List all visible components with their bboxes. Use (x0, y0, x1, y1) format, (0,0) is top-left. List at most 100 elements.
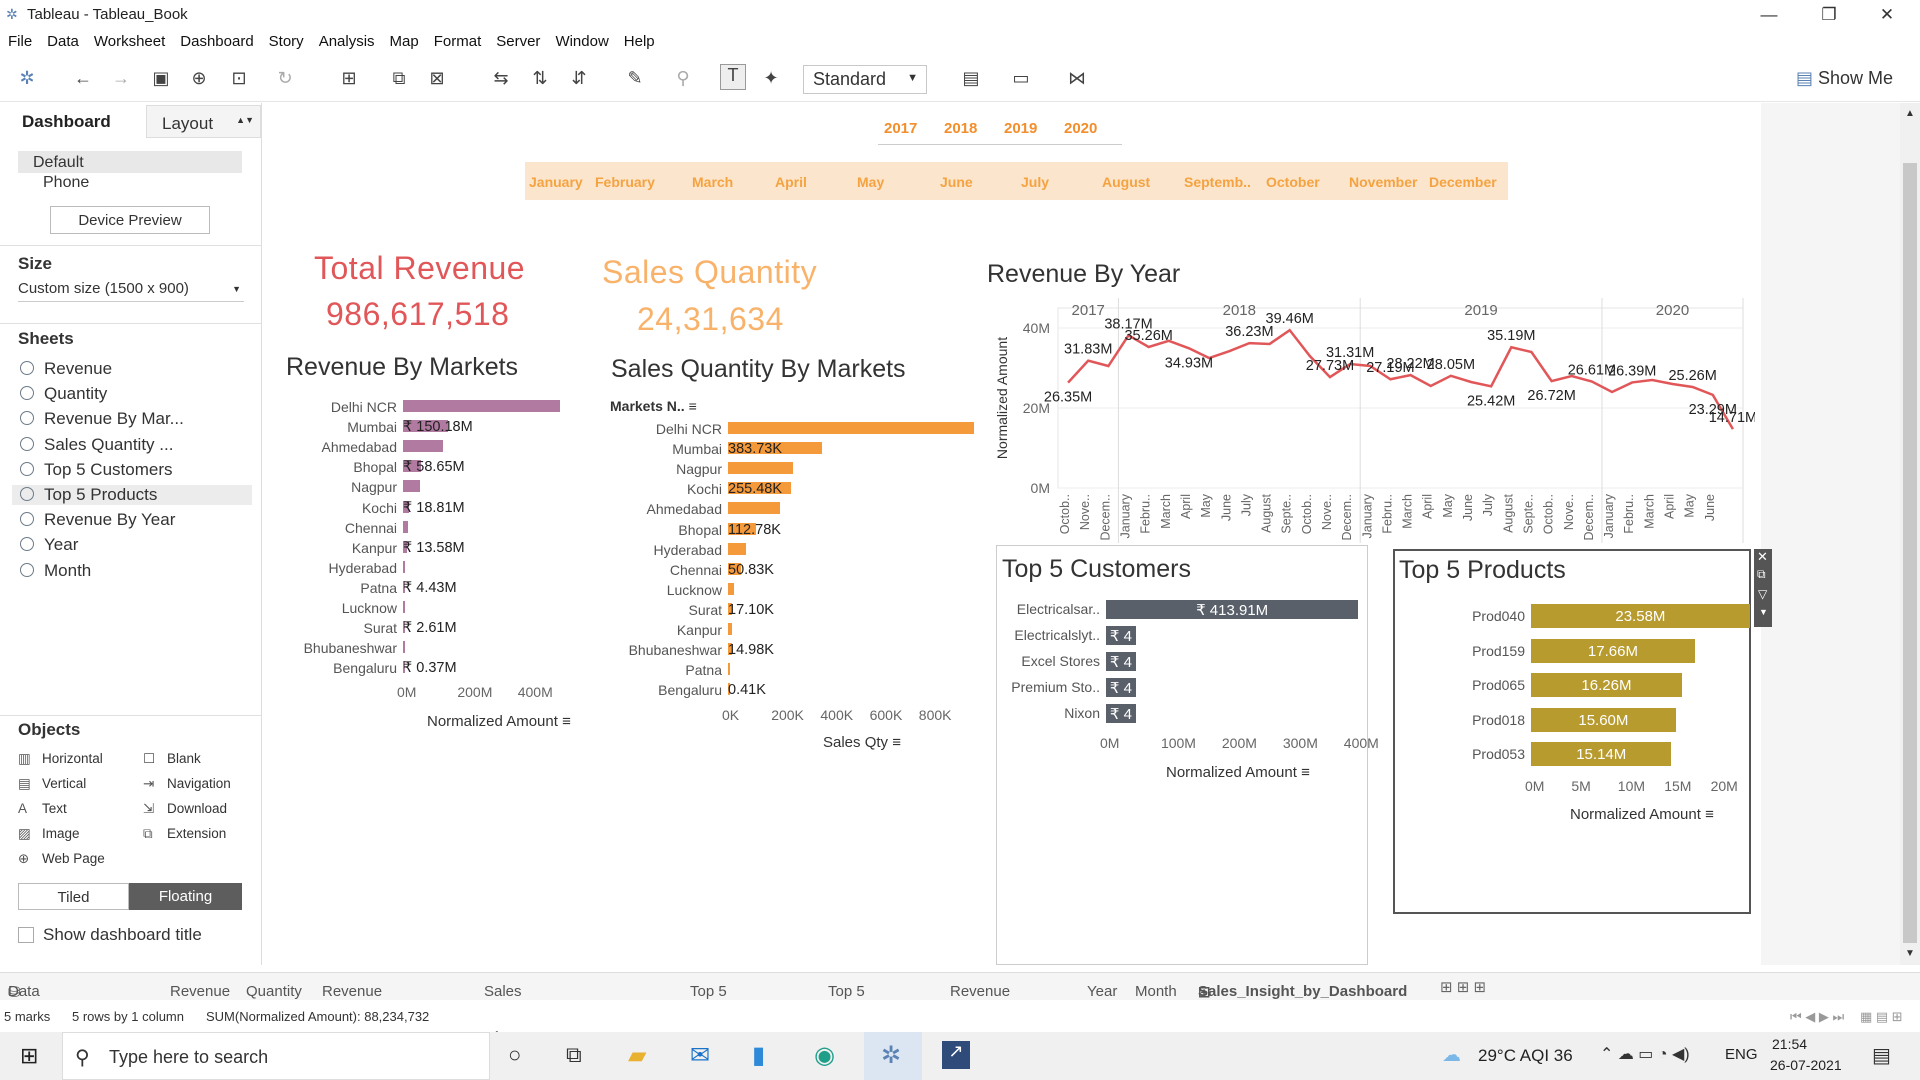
show-labels-icon[interactable]: T (720, 64, 746, 90)
object-navigation[interactable]: ⇥ Navigation (143, 776, 231, 792)
menu-help[interactable]: Help (616, 30, 662, 50)
size-select[interactable]: Custom size (1500 x 900) ▼ (18, 280, 244, 302)
file-explorer-icon[interactable]: ▰ (628, 1041, 646, 1070)
bar[interactable] (728, 462, 794, 475)
group-icon[interactable]: ⚲ (670, 68, 696, 89)
refresh-icon[interactable]: ↻ (272, 68, 298, 89)
customers-axis-title[interactable]: Normalized Amount ≡ (1166, 764, 1310, 781)
menu-map[interactable]: Map (382, 30, 426, 50)
sort-icon[interactable]: ≡ (689, 398, 697, 414)
nav-arrows-icon[interactable]: ⏮ ◀ ▶ ⏭ (1790, 1009, 1844, 1025)
month-option[interactable]: August (1102, 174, 1150, 190)
new-datasource-icon[interactable]: ⊕ (186, 68, 212, 89)
windows-start-icon[interactable]: ⊞ (20, 1043, 38, 1069)
sort-icon[interactable]: ≡ (1301, 764, 1310, 781)
bar[interactable] (403, 560, 406, 573)
bar[interactable] (403, 601, 405, 613)
taskbar-app[interactable]: ↗ (926, 1032, 984, 1080)
month-option[interactable]: February (595, 174, 655, 190)
share-icon[interactable]: ⋈ (1064, 68, 1090, 89)
swap-icon[interactable]: ⇆ (488, 68, 514, 89)
tab-layout[interactable]: Layout ▲▼ (146, 105, 261, 138)
bar[interactable] (403, 400, 560, 412)
presentation-icon[interactable]: ▭ (1008, 68, 1034, 89)
task-view-icon[interactable]: ⧉ (566, 1042, 582, 1068)
sort-icon[interactable]: ≡ (562, 713, 571, 730)
sheet-item[interactable]: Sales Quantity ... (20, 435, 173, 455)
menu-analysis[interactable]: Analysis (311, 30, 382, 50)
month-option[interactable]: May (857, 174, 884, 190)
sheet-item[interactable]: Quantity (20, 384, 107, 404)
close-icon[interactable]: ✕ (1757, 549, 1768, 565)
scroll-up-icon[interactable]: ▲ (1905, 108, 1915, 119)
bar[interactable] (728, 663, 730, 676)
year-option[interactable]: 2018 (944, 120, 977, 137)
minimize-button[interactable]: — (1746, 0, 1792, 30)
menu-dashboard[interactable]: Dashboard (172, 30, 260, 50)
bar[interactable] (728, 623, 732, 635)
month-option[interactable]: December (1429, 174, 1497, 190)
scroll-down-icon[interactable]: ▼ (1905, 948, 1915, 959)
tab-dashboard[interactable]: Dashboard (0, 103, 146, 137)
year-option[interactable]: 2019 (1004, 120, 1037, 137)
scroll-thumb[interactable] (1903, 163, 1917, 943)
view-size-select[interactable]: Standard ▼ (803, 65, 927, 94)
bar[interactable] (728, 422, 974, 434)
clear-sheet-icon[interactable]: ⊠ (424, 68, 450, 89)
undo-icon[interactable]: ← (70, 68, 96, 89)
bar[interactable] (728, 582, 735, 595)
language-indicator[interactable]: ENG (1725, 1046, 1758, 1063)
object-image[interactable]: ▨ Image (18, 826, 80, 842)
sort-icon[interactable]: ≡ (1705, 806, 1714, 823)
phone-app-icon[interactable]: ▮ (752, 1041, 765, 1070)
month-option[interactable]: June (940, 174, 973, 190)
rev-markets-axis-title[interactable]: Normalized Amount ≡ (427, 713, 571, 730)
qty-axis-title[interactable]: Sales Qty ≡ (823, 734, 901, 751)
weather-text[interactable]: 29°C AQI 36 (1478, 1046, 1573, 1066)
markets-header[interactable]: Markets N.. ≡ (610, 398, 697, 414)
tray-icons[interactable]: ⌃ ☁ ▭ ◔ ◀) (1600, 1044, 1690, 1064)
pause-updates-icon[interactable]: ⊡ (226, 68, 252, 89)
month-option[interactable]: Septemb.. (1184, 174, 1251, 190)
menu-file[interactable]: File (0, 30, 39, 50)
cortana-icon[interactable]: ○ (508, 1042, 521, 1068)
menu-data[interactable]: Data (39, 30, 86, 50)
filter-icon[interactable]: ▽ (1758, 587, 1767, 601)
taskbar-search[interactable]: ⚲ Type here to search (62, 1032, 490, 1080)
menu-worksheet[interactable]: Worksheet (86, 30, 172, 50)
maximize-button[interactable]: ❐ (1806, 0, 1852, 30)
new-worksheet-tab-icon[interactable]: ⊞ ⊞ ⊞ (1440, 978, 1486, 996)
mail-icon[interactable]: ✉ (690, 1041, 710, 1070)
fix-axes-icon[interactable]: ✦ (758, 68, 784, 89)
month-option[interactable]: January (529, 174, 583, 190)
show-title-checkbox[interactable] (18, 927, 34, 943)
sheet-item[interactable]: Top 5 Products (12, 485, 252, 505)
menu-format[interactable]: Format (426, 30, 489, 50)
revenue-line[interactable] (1067, 328, 1735, 430)
device-default[interactable]: Default (18, 151, 242, 173)
clock-time[interactable]: 21:54 (1772, 1036, 1807, 1052)
tableau-start-icon[interactable]: ✲ (14, 68, 40, 89)
sheet-item[interactable]: Top 5 Customers (20, 460, 173, 480)
sheet-item[interactable]: Revenue By Year (20, 510, 175, 530)
bar[interactable] (403, 480, 420, 493)
show-cards-icon[interactable]: ▤ (958, 68, 984, 89)
month-option[interactable]: July (1021, 174, 1049, 190)
object-download[interactable]: ⇲ Download (143, 801, 227, 817)
object-web-page[interactable]: ⊕ Web Page (18, 851, 105, 867)
use-as-filter-icon[interactable]: ⧉ (1757, 567, 1766, 582)
sheet-item[interactable]: Month (20, 561, 91, 581)
menu-story[interactable]: Story (261, 30, 311, 50)
taskbar-tableau[interactable]: ✲ (864, 1032, 922, 1080)
object-text[interactable]: A Text (18, 801, 67, 816)
bar[interactable] (403, 520, 408, 533)
sheet-item[interactable]: Revenue (20, 359, 112, 379)
sort-asc-icon[interactable]: ⇅ (527, 68, 553, 89)
bar[interactable] (403, 641, 405, 654)
bar[interactable] (728, 502, 780, 515)
duplicate-icon[interactable]: ⧉ (386, 68, 412, 89)
vertical-scrollbar[interactable]: ▲ ▼ (1900, 103, 1920, 965)
device-preview-button[interactable]: Device Preview (50, 206, 210, 234)
redo-icon[interactable]: → (108, 68, 134, 89)
year-option[interactable]: 2020 (1064, 120, 1097, 137)
